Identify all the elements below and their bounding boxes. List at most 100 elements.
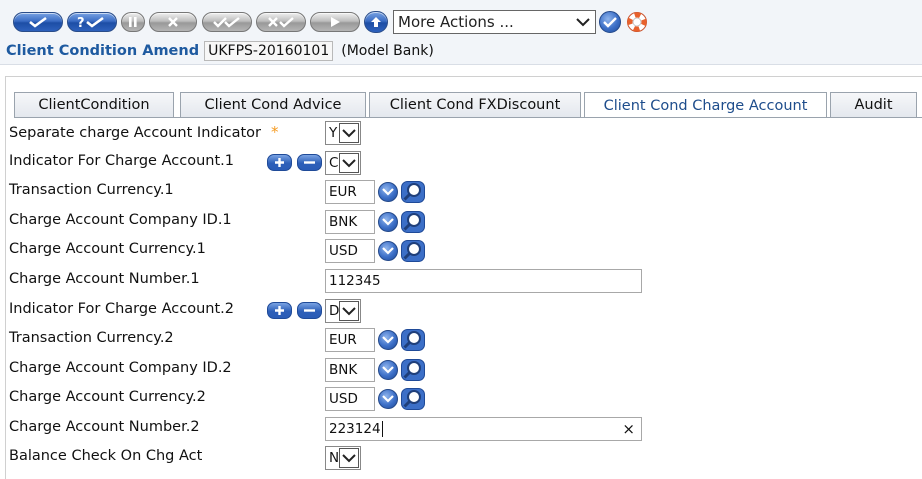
hold-icon	[129, 17, 137, 27]
field-label: Balance Check On Chg Act	[9, 448, 203, 464]
expand-add-icon	[275, 158, 284, 167]
title-row: Client Condition Amend UKFPS-20160101 (M…	[6, 40, 434, 62]
expand-remove-icon	[304, 309, 315, 312]
help-button[interactable]	[626, 11, 648, 33]
more-actions-value: More Actions ...	[398, 13, 514, 31]
charge-account-number-2-input[interactable]: 223124 ×	[325, 417, 642, 441]
authorise-icon	[213, 17, 240, 28]
field-label: Charge Account Company ID.1	[9, 212, 232, 228]
tab-client-cond-charge-account[interactable]: Client Cond Charge Account	[584, 92, 827, 118]
input-value: 223124	[329, 421, 381, 437]
delete-button[interactable]	[149, 12, 197, 32]
dropdown-icon	[382, 366, 394, 374]
company-id-2-input[interactable]: BNK	[325, 358, 375, 382]
dropdown-button[interactable]	[378, 389, 398, 409]
reverse-icon	[268, 17, 294, 28]
charge-currency-1-input[interactable]: USD	[325, 239, 375, 263]
page-title: Client Condition Amend	[6, 43, 200, 59]
row-indicator-charge-2: Indicator For Charge Account.2 D	[9, 297, 909, 325]
text-caret	[381, 421, 383, 437]
field-label: Charge Account Company ID.2	[9, 360, 232, 376]
separate-charge-indicator-select[interactable]: Y	[325, 121, 361, 145]
select-value: N	[329, 450, 340, 466]
company-id-1-input[interactable]: BNK	[325, 210, 375, 234]
select-value: Y	[329, 125, 338, 141]
row-charge-account-number-1: Charge Account Number.1 112345	[9, 267, 909, 295]
more-actions-select[interactable]: More Actions ...	[393, 10, 596, 34]
tab-label: Client Cond Charge Account	[603, 97, 808, 114]
authorise-button[interactable]	[202, 12, 252, 32]
chevron-down-icon	[339, 123, 359, 143]
tab-label: Client Cond Advice	[204, 97, 342, 113]
field-label: Charge Account Currency.1	[9, 241, 206, 257]
validate-icon	[29, 16, 47, 28]
dropdown-icon	[382, 247, 394, 255]
record-id: UKFPS-20160101	[204, 41, 334, 61]
field-label: Indicator For Charge Account.1	[9, 153, 234, 169]
clear-icon[interactable]: ×	[622, 420, 635, 438]
header: ? More Actions ... Client Condition Amen…	[0, 0, 922, 65]
lookup-magnifier-icon[interactable]	[401, 359, 425, 381]
dropdown-icon	[382, 188, 394, 196]
indicator-charge-1-select[interactable]: C	[325, 151, 361, 175]
expand-add-icon	[275, 306, 284, 315]
tab-underline	[14, 117, 922, 118]
upload-icon	[371, 17, 381, 27]
field-label: Charge Account Number.2	[9, 419, 200, 435]
go-button[interactable]	[599, 11, 621, 33]
tab-client-cond-advice[interactable]: Client Cond Advice	[180, 92, 366, 117]
help-lifebuoy-icon	[627, 12, 647, 32]
dropdown-button[interactable]	[378, 241, 398, 261]
lookup-magnifier-icon[interactable]	[401, 388, 425, 410]
go-icon	[603, 17, 617, 28]
mandatory-star: *	[271, 123, 279, 141]
row-indicator-charge-1: Indicator For Charge Account.1 C	[9, 149, 909, 177]
expand-remove-button[interactable]	[297, 154, 322, 171]
field-label: Separate charge Account Indicator *	[9, 123, 279, 141]
select-value: D	[329, 303, 340, 319]
transaction-currency-1-input[interactable]: EUR	[325, 180, 375, 204]
hold-button[interactable]	[121, 12, 145, 32]
validate-button[interactable]	[13, 12, 63, 32]
row-separate-charge-indicator: Separate charge Account Indicator * Y	[9, 119, 909, 147]
select-value: C	[329, 155, 339, 171]
balance-check-select[interactable]: N	[325, 446, 361, 470]
tab-client-cond-fxdiscount[interactable]: Client Cond FXDiscount	[369, 92, 581, 117]
next-button[interactable]	[310, 12, 360, 32]
upload-button[interactable]	[364, 11, 388, 33]
dropdown-button[interactable]	[378, 330, 398, 350]
tab-audit[interactable]: Audit	[830, 92, 917, 117]
lookup-magnifier-icon[interactable]	[401, 240, 425, 262]
expand-remove-button[interactable]	[297, 302, 322, 319]
commit-help-icon: ?	[77, 16, 104, 29]
charge-account-number-1-input[interactable]: 112345	[325, 269, 642, 293]
row-company-id-2: Charge Account Company ID.2 BNK	[9, 356, 909, 384]
row-transaction-currency-1: Transaction Currency.1 EUR	[9, 178, 909, 206]
expand-remove-icon	[304, 161, 315, 164]
lookup-magnifier-icon[interactable]	[401, 211, 425, 233]
lookup-magnifier-icon[interactable]	[401, 329, 425, 351]
tab-label: ClientCondition	[38, 97, 150, 113]
dropdown-button[interactable]	[378, 212, 398, 232]
reverse-button[interactable]	[256, 12, 306, 32]
charge-currency-2-input[interactable]: USD	[325, 387, 375, 411]
transaction-currency-2-input[interactable]: EUR	[325, 328, 375, 352]
expand-add-button[interactable]	[267, 154, 292, 171]
row-charge-account-number-2: Charge Account Number.2 223124 ×	[9, 415, 909, 443]
expand-add-button[interactable]	[267, 302, 292, 319]
field-label: Transaction Currency.1	[9, 182, 174, 198]
lookup-magnifier-icon[interactable]	[401, 181, 425, 203]
row-charge-currency-2: Charge Account Currency.2 USD	[9, 385, 909, 413]
row-transaction-currency-2: Transaction Currency.2 EUR	[9, 326, 909, 354]
dropdown-button[interactable]	[378, 182, 398, 202]
commit-help-button[interactable]: ?	[67, 12, 117, 32]
row-company-id-1: Charge Account Company ID.1 BNK	[9, 208, 909, 236]
row-balance-check: Balance Check On Chg Act N	[9, 444, 909, 472]
svg-text:?: ?	[77, 16, 85, 29]
tab-client-condition[interactable]: ClientCondition	[14, 92, 174, 117]
delete-icon	[168, 17, 178, 27]
dropdown-button[interactable]	[378, 360, 398, 380]
indicator-charge-2-select[interactable]: D	[325, 299, 361, 323]
field-label: Transaction Currency.2	[9, 330, 174, 346]
chevron-down-icon	[576, 18, 590, 27]
